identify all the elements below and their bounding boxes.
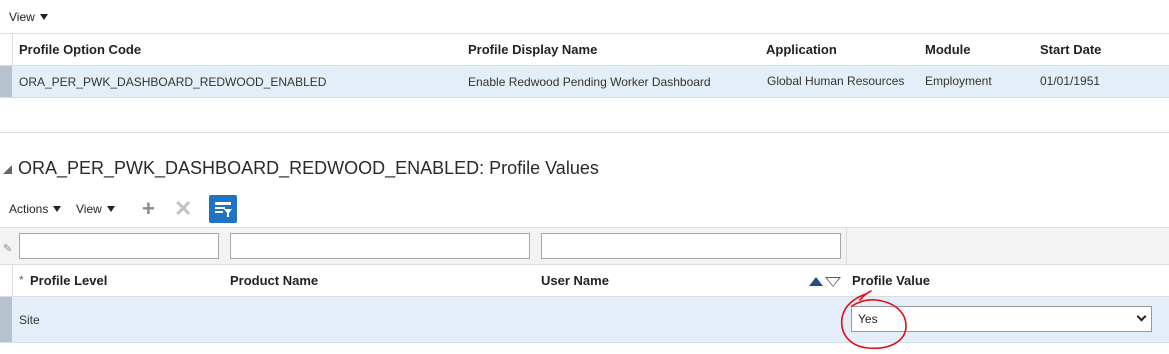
cell-profile-display-name: Enable Redwood Pending Worker Dashboard (468, 75, 711, 89)
table-row[interactable]: Site Yes (0, 297, 1169, 343)
column-header-user-name[interactable]: User Name (541, 273, 609, 288)
cell-profile-option-code: ORA_PER_PWK_DASHBOARD_REDWOOD_ENABLED (19, 75, 327, 89)
filter-input-profile-level[interactable] (19, 233, 219, 259)
filter-input-user-name[interactable] (541, 233, 841, 259)
chevron-down-icon (106, 206, 115, 212)
close-icon[interactable]: ✕ (174, 198, 192, 220)
chevron-down-icon (1136, 311, 1147, 322)
required-marker: * (19, 273, 24, 287)
sort-ascending-icon[interactable] (809, 277, 823, 286)
column-divider (12, 265, 13, 297)
annotation-circle (840, 290, 907, 350)
actions-menu-label: Actions (9, 202, 49, 216)
column-header-profile-value[interactable]: Profile Value (852, 273, 930, 288)
chevron-down-icon (53, 206, 62, 212)
row-selection-indicator (0, 297, 12, 342)
pencil-icon: ✎ (3, 243, 13, 255)
query-by-example-button[interactable] (209, 195, 237, 223)
profile-values-table-header: * Profile Level Product Name User Name P… (0, 265, 1169, 297)
cell-module: Employment (925, 74, 992, 88)
profile-options-table-header: Profile Option Code Profile Display Name… (0, 33, 1169, 67)
query-by-example-icon (215, 202, 232, 217)
view-menu-top[interactable]: View (9, 10, 48, 24)
cell-start-date: 01/01/1951 (1040, 74, 1101, 88)
column-header-application[interactable]: Application (766, 42, 837, 57)
cell-profile-level: Site (19, 313, 40, 327)
cell-application: Global Human Resources (767, 74, 905, 88)
filter-input-product-name[interactable] (230, 233, 530, 259)
collapse-triangle-icon[interactable] (3, 165, 12, 174)
column-header-profile-level[interactable]: Profile Level (30, 273, 107, 288)
column-header-module[interactable]: Module (925, 42, 971, 57)
column-divider (12, 34, 13, 67)
column-header-start-date[interactable]: Start Date (1040, 42, 1101, 57)
column-divider (846, 228, 847, 266)
filter-row: ✎ (0, 227, 1169, 266)
row-selection-indicator (0, 66, 12, 97)
view-menu[interactable]: View (76, 202, 115, 216)
column-header-profile-option-code[interactable]: Profile Option Code (19, 42, 141, 57)
view-menu-label: View (9, 10, 35, 24)
chevron-down-icon (39, 14, 48, 20)
sort-descending-icon-fill (827, 278, 839, 286)
view-menu-label: View (76, 202, 102, 216)
column-header-product-name[interactable]: Product Name (230, 273, 318, 288)
sort-arrows[interactable] (809, 276, 841, 288)
column-header-profile-display-name[interactable]: Profile Display Name (468, 42, 597, 57)
section-title: ORA_PER_PWK_DASHBOARD_REDWOOD_ENABLED: P… (18, 158, 599, 178)
plus-icon[interactable]: + (142, 198, 155, 220)
actions-menu[interactable]: Actions (9, 202, 62, 216)
section-divider (0, 132, 1169, 133)
table-row[interactable]: ORA_PER_PWK_DASHBOARD_REDWOOD_ENABLED En… (0, 66, 1169, 98)
